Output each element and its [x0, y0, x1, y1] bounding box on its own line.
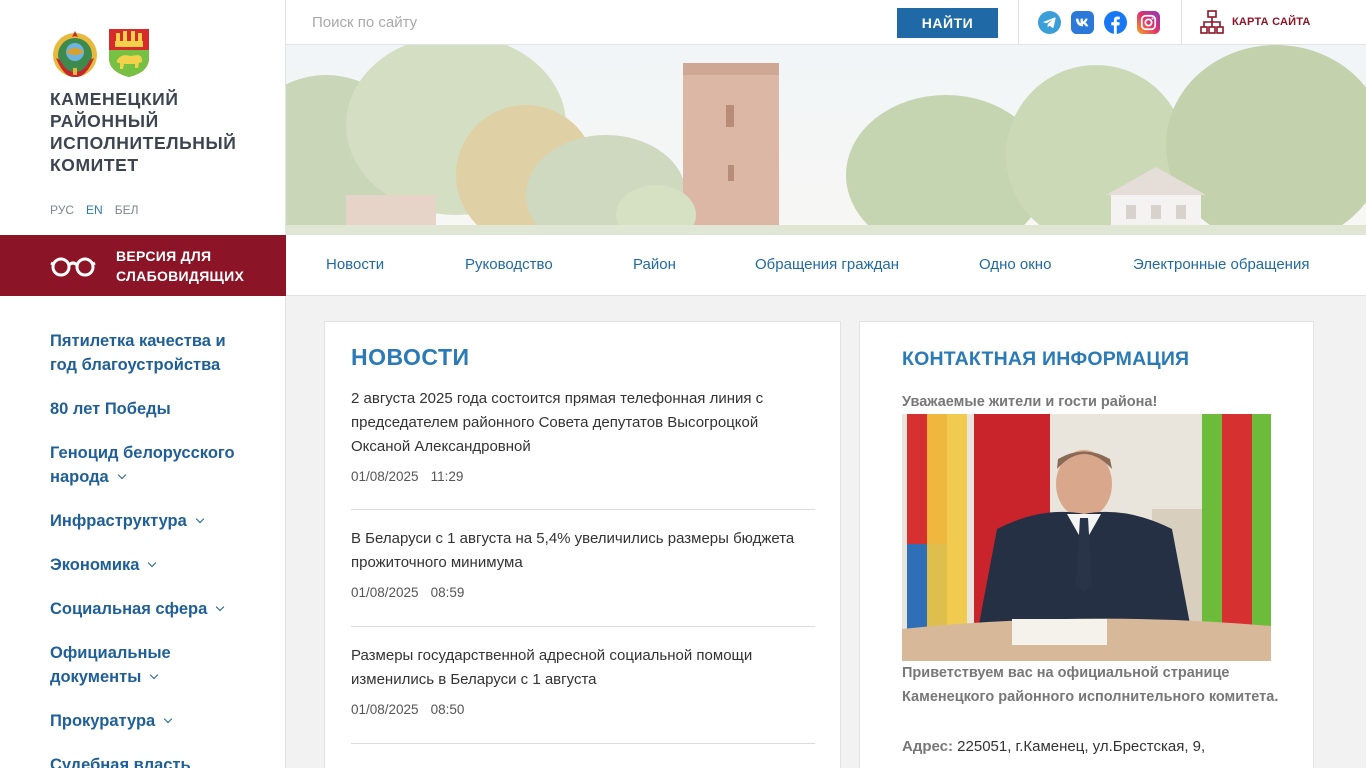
sidebar-item-label: 80 лет Победы — [50, 400, 171, 418]
news-item-date: 01/08/2025 — [351, 702, 419, 717]
chevron-down-icon — [163, 714, 173, 724]
news-item-date: 01/08/2025 — [351, 469, 419, 484]
divider — [351, 509, 815, 510]
news-item-time: 11:29 — [430, 469, 464, 484]
address-label: Адрес: — [902, 738, 953, 755]
divider — [351, 626, 815, 627]
contact-heading: КОНТАКТНАЯ ИНФОРМАЦИЯ — [902, 348, 1190, 370]
search-button[interactable]: НАЙТИ — [897, 8, 998, 38]
sidebar-item-judiciary[interactable]: Судебная власть — [50, 753, 250, 768]
sidebar-item-label: Социальная сфера — [50, 600, 208, 618]
sitemap-icon — [1200, 10, 1224, 34]
nav-electronic-appeals[interactable]: Электронные обращения — [1133, 256, 1309, 273]
divider — [1181, 0, 1182, 45]
sidebar-item-social[interactable]: Социальная сфера — [50, 597, 250, 621]
news-item-title[interactable]: 2 августа 2025 года состоится прямая тел… — [351, 387, 815, 459]
nav-one-window[interactable]: Одно окно — [979, 256, 1051, 273]
sidebar-item-documents[interactable]: Официальные документы — [50, 641, 180, 689]
instagram-icon[interactable] — [1137, 11, 1160, 34]
sidebar-item-quality[interactable]: Пятилетка качества и год благоустройства — [50, 329, 250, 377]
contact-panel: КОНТАКТНАЯ ИНФОРМАЦИЯ Уважаемые жители и… — [859, 321, 1314, 768]
news-item-title[interactable]: В Беларуси с 1 августа на 5,4% увеличили… — [351, 527, 815, 575]
belarus-emblem-icon[interactable] — [50, 28, 100, 80]
sidebar-item-label: Экономика — [50, 556, 140, 574]
greeting-text: Уважаемые жители и гости района! — [902, 394, 1158, 410]
telegram-icon[interactable] — [1038, 11, 1061, 34]
emblems — [50, 28, 150, 80]
chevron-down-icon — [117, 470, 126, 480]
sidebar-item-infrastructure[interactable]: Инфраструктура — [50, 509, 250, 533]
nav-citizen-appeals[interactable]: Обращения граждан — [755, 256, 899, 273]
main-navigation: Новости Руководство Район Обращения граж… — [286, 235, 1366, 296]
lang-en[interactable]: EN — [86, 203, 103, 217]
divider — [351, 743, 815, 744]
news-heading: НОВОСТИ — [351, 344, 470, 370]
chairman-photo — [902, 414, 1271, 661]
chevron-down-icon — [150, 670, 159, 680]
kamenets-coat-of-arms-icon[interactable] — [108, 28, 150, 78]
organization-name: КАМЕНЕЦКИЙ РАЙОННЫЙ ИСПОЛНИТЕЛЬНЫЙ КОМИТ… — [50, 89, 237, 175]
sitemap-link[interactable]: КАРТА САЙТА — [1200, 10, 1311, 34]
address-line: Адрес: 225051, г.Каменец, ул.Брестская, … — [902, 738, 1302, 755]
lang-ru[interactable]: РУС — [50, 203, 74, 217]
address-value: 225051, г.Каменец, ул.Брестская, 9, — [957, 738, 1206, 755]
sidebar-item-label: Официальные документы — [50, 644, 171, 686]
news-item-title[interactable]: Размеры государственной адресной социаль… — [351, 644, 815, 692]
sidebar-item-genocide[interactable]: Геноцид белорусского народа — [50, 441, 250, 489]
chevron-down-icon — [216, 602, 225, 612]
news-item-time: 08:59 — [430, 585, 465, 600]
sidebar: КАМЕНЕЦКИЙ РАЙОННЫЙ ИСПОЛНИТЕЛЬНЫЙ КОМИТ… — [0, 0, 286, 768]
chevron-down-icon — [195, 514, 205, 524]
glasses-icon — [50, 257, 96, 276]
sidebar-item-label: Прокуратура — [50, 712, 156, 730]
nav-district[interactable]: Район — [633, 256, 676, 273]
news-item: 2 августа 2025 года состоится прямая тел… — [351, 387, 815, 484]
welcome-text: Приветствуем вас на официальной странице… — [902, 665, 1279, 705]
social-links — [1038, 11, 1160, 34]
visually-impaired-version-button[interactable]: ВЕРСИЯ ДЛЯ СЛАБОВИДЯЩИХ — [0, 235, 286, 296]
sidebar-item-label: Пятилетка качества и год благоустройства — [50, 332, 226, 374]
sidebar-item-label: Геноцид белорусского народа — [50, 444, 235, 486]
vk-icon[interactable] — [1071, 11, 1094, 34]
top-bar: НАЙТИ — [286, 0, 1366, 45]
sidebar-menu: Пятилетка качества и год благоустройства… — [50, 329, 250, 768]
sidebar-item-victory[interactable]: 80 лет Победы — [50, 397, 250, 421]
news-item-meta: 01/08/2025 08:59 — [351, 585, 815, 600]
sidebar-item-label: Судебная власть — [50, 756, 191, 768]
chevron-down-icon — [148, 558, 157, 568]
news-item: В Беларуси с 1 августа на 5,4% увеличили… — [351, 527, 815, 600]
nav-leadership[interactable]: Руководство — [465, 256, 553, 273]
lang-be[interactable]: БЕЛ — [115, 203, 139, 217]
sitemap-label: КАРТА САЙТА — [1232, 16, 1311, 28]
news-item-date: 01/08/2025 — [351, 585, 419, 600]
sidebar-item-economy[interactable]: Экономика — [50, 553, 250, 577]
search-input[interactable] — [312, 8, 872, 36]
news-item-time: 08:50 — [430, 702, 465, 717]
facebook-icon[interactable] — [1104, 11, 1127, 34]
news-panel: НОВОСТИ 2 августа 2025 года состоится пр… — [324, 321, 841, 768]
language-switcher: РУС EN БЕЛ — [50, 203, 138, 217]
nav-news[interactable]: Новости — [326, 256, 384, 273]
divider — [1018, 0, 1019, 45]
hero-banner — [286, 45, 1366, 235]
visually-impaired-label: ВЕРСИЯ ДЛЯ СЛАБОВИДЯЩИХ — [116, 247, 245, 284]
sidebar-item-prosecutor[interactable]: Прокуратура — [50, 709, 250, 733]
news-item-meta: 01/08/2025 11:29 — [351, 469, 815, 484]
tower-landscape-image — [286, 45, 1366, 235]
news-item: Размеры государственной адресной социаль… — [351, 644, 815, 717]
news-item-meta: 01/08/2025 08:50 — [351, 702, 815, 717]
sidebar-item-label: Инфраструктура — [50, 512, 187, 530]
